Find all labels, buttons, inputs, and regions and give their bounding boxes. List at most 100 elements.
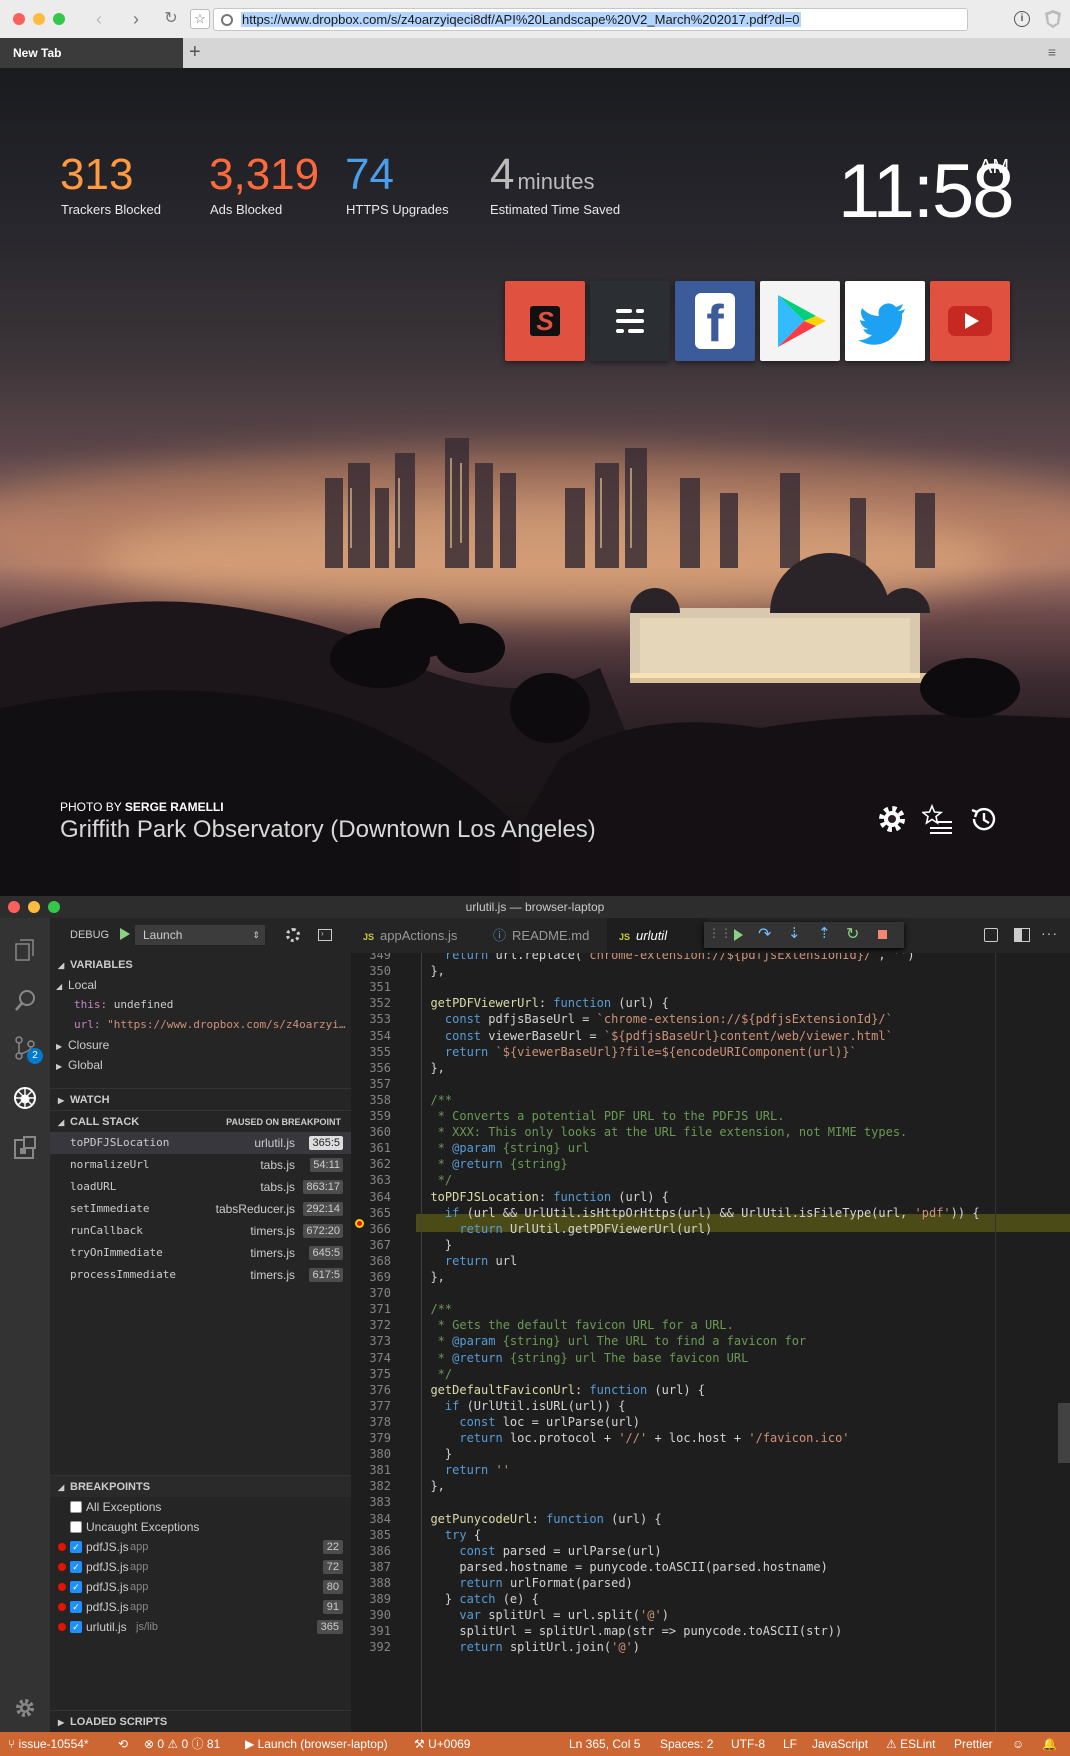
brave-shield-icon[interactable] [1044, 9, 1062, 29]
debug-icon[interactable] [13, 1086, 37, 1110]
top-site-tile-twitter[interactable] [845, 281, 925, 361]
top-site-tile-menu[interactable] [590, 281, 670, 361]
settings-gear-icon[interactable] [876, 803, 908, 835]
step-over-icon[interactable]: ↷ [758, 924, 771, 944]
variable-this[interactable]: this: undefined [74, 995, 173, 1015]
uncaught-exceptions-toggle[interactable]: Uncaught Exceptions [50, 1516, 351, 1538]
photographer-name[interactable]: SERGE RAMELLI [125, 800, 224, 814]
breakpoint-item[interactable]: ✓ pdfJS.js app 80 [50, 1576, 351, 1598]
bookmark-star-icon[interactable]: ☆ [190, 9, 210, 29]
unicode-icon: ⚒ [414, 1737, 429, 1751]
minimize-window-button[interactable] [33, 13, 45, 25]
encoding-status[interactable]: UTF-8 [731, 1732, 765, 1756]
notifications-bell-icon[interactable]: 🔔 [1042, 1732, 1057, 1756]
tab-new-tab[interactable]: New Tab [0, 38, 183, 68]
restart-icon[interactable]: ↻ [846, 924, 859, 944]
source-control-icon[interactable]: 2 [13, 1036, 43, 1064]
explorer-icon[interactable] [13, 938, 37, 962]
callstack-frame[interactable]: runCallback timers.js 672:20 [50, 1220, 351, 1242]
callstack-frame[interactable]: processImmediate timers.js 617:5 [50, 1264, 351, 1286]
all-exceptions-toggle[interactable]: All Exceptions [50, 1496, 351, 1518]
debug-launch-status[interactable]: ▶ Launch (browser-laptop) [245, 1732, 388, 1756]
callstack-frame[interactable]: normalizeUrl tabs.js 54:11 [50, 1154, 351, 1176]
breakpoint-item[interactable]: ✓ pdfJS.js app 91 [50, 1596, 351, 1618]
variable-url[interactable]: url: "https://www.dropbox.com/s/z4oarzyi… [74, 1015, 348, 1035]
breakpoint-item[interactable]: ✓ pdfJS.js app 72 [50, 1556, 351, 1578]
vscode-minimize-button[interactable] [28, 901, 40, 913]
prettier-status[interactable]: Prettier [954, 1732, 993, 1756]
open-changes-icon[interactable] [984, 928, 998, 942]
debug-console-icon[interactable]: › [318, 929, 332, 941]
close-window-button[interactable] [13, 13, 25, 25]
split-editor-icon[interactable] [1014, 928, 1030, 942]
top-site-tile-facebook[interactable]: f [675, 281, 755, 361]
url-bar[interactable]: https://www.dropbox.com/s/z4oarzyiqeci8d… [213, 8, 968, 31]
top-site-tile-google-play[interactable] [760, 281, 840, 361]
more-actions-icon[interactable]: ··· [1041, 925, 1058, 941]
info-icon[interactable]: i [1014, 11, 1030, 27]
indentation-status[interactable]: Spaces: 2 [660, 1732, 713, 1756]
debug-settings-gear-icon[interactable] [286, 928, 300, 942]
callstack-frame[interactable]: toPDFJSLocation urlutil.js 365:5 [50, 1132, 351, 1154]
bookmarks-star-list-icon[interactable] [920, 803, 954, 835]
watch-section-header[interactable]: ▶ WATCH [50, 1088, 351, 1110]
language-mode[interactable]: JavaScript [812, 1732, 868, 1756]
callstack-section-header[interactable]: ◢ CALL STACK PAUSED ON BREAKPOINT [50, 1110, 351, 1132]
callstack-frame[interactable]: tryOnImmediate timers.js 645:5 [50, 1242, 351, 1264]
global-scope[interactable]: ▶ Global [56, 1055, 103, 1077]
ads-blocked-label: Ads Blocked [210, 202, 283, 217]
vscode-close-button[interactable] [8, 901, 20, 913]
url-text[interactable]: https://www.dropbox.com/s/z4oarzyiqeci8d… [241, 12, 801, 27]
start-debugging-icon[interactable] [120, 928, 130, 940]
step-into-icon[interactable]: ⇣ [788, 924, 801, 942]
back-button[interactable]: ‹ [88, 8, 110, 30]
variables-section-header[interactable]: ◢ VARIABLES [50, 954, 351, 976]
sync-icon[interactable]: ⟲ [118, 1732, 128, 1756]
checkbox-checked[interactable]: ✓ [70, 1561, 82, 1573]
tab-menu-icon[interactable]: ≡ [1048, 44, 1056, 60]
extensions-icon[interactable] [13, 1136, 37, 1160]
step-out-icon[interactable]: ⇡ [818, 924, 831, 942]
feedback-smiley-icon[interactable]: ☺ [1012, 1732, 1024, 1756]
breakpoint-item[interactable]: ✓ urlutil.js js/lib 365 [50, 1616, 351, 1638]
breakpoint-item[interactable]: ✓ pdfJS.js app 22 [50, 1536, 351, 1558]
cursor-position[interactable]: Ln 365, Col 5 [569, 1732, 640, 1756]
top-site-tile-s[interactable]: S [505, 281, 585, 361]
drag-handle-icon[interactable]: ⋮⋮ [708, 926, 732, 940]
loaded-scripts-section-header[interactable]: ▶ LOADED SCRIPTS [50, 1710, 351, 1732]
closure-scope[interactable]: ▶ Closure [56, 1035, 109, 1057]
forward-button[interactable]: › [125, 8, 147, 30]
top-site-tile-youtube[interactable] [930, 281, 1010, 361]
git-branch[interactable]: ⑂ issue-10554* [8, 1732, 89, 1756]
launch-config-select[interactable]: Launch ⇕ [135, 925, 265, 945]
breakpoints-section-header[interactable]: ◢ BREAKPOINTS [50, 1475, 351, 1497]
history-clock-icon[interactable] [968, 803, 1000, 835]
unicode-status[interactable]: ⚒ U+0069 [414, 1732, 470, 1756]
problems-indicator[interactable]: ⊗ 0 ⚠ 0 ⓘ 81 [144, 1732, 220, 1756]
local-scope[interactable]: ◢ Local [56, 975, 97, 997]
checkbox-unchecked[interactable] [70, 1521, 82, 1533]
callstack-frame[interactable]: loadURL tabs.js 863:17 [50, 1176, 351, 1198]
checkbox-checked[interactable]: ✓ [70, 1601, 82, 1613]
checkbox-checked[interactable]: ✓ [70, 1541, 82, 1553]
reload-button[interactable]: ↻ [160, 8, 182, 30]
callstack-frame[interactable]: setImmediate tabsReducer.js 292:14 [50, 1198, 351, 1220]
eslint-status[interactable]: ⚠ ESLint [886, 1732, 935, 1756]
eol-status[interactable]: LF [783, 1732, 797, 1756]
tab-appactions[interactable]: JS appActions.js [351, 918, 481, 953]
ads-blocked-count: 3,319 [209, 150, 320, 199]
manage-gear-icon[interactable] [13, 1696, 37, 1720]
vscode-zoom-button[interactable] [48, 901, 60, 913]
vertical-scrollbar[interactable] [1058, 1403, 1070, 1463]
checkbox-checked[interactable]: ✓ [70, 1621, 82, 1633]
zoom-window-button[interactable] [53, 13, 65, 25]
checkbox-checked[interactable]: ✓ [70, 1581, 82, 1593]
checkbox-unchecked[interactable] [70, 1501, 82, 1513]
search-icon[interactable] [13, 988, 37, 1012]
continue-icon[interactable] [734, 929, 743, 941]
tab-urlutil[interactable]: JS urlutil [607, 918, 707, 953]
code-editor[interactable]: 349 return url.replace(`chrome-extension… [351, 953, 1070, 1732]
tab-readme[interactable]: ⓘ README.md [481, 918, 607, 953]
stop-icon[interactable] [878, 930, 887, 939]
new-tab-button[interactable]: + [189, 41, 201, 64]
